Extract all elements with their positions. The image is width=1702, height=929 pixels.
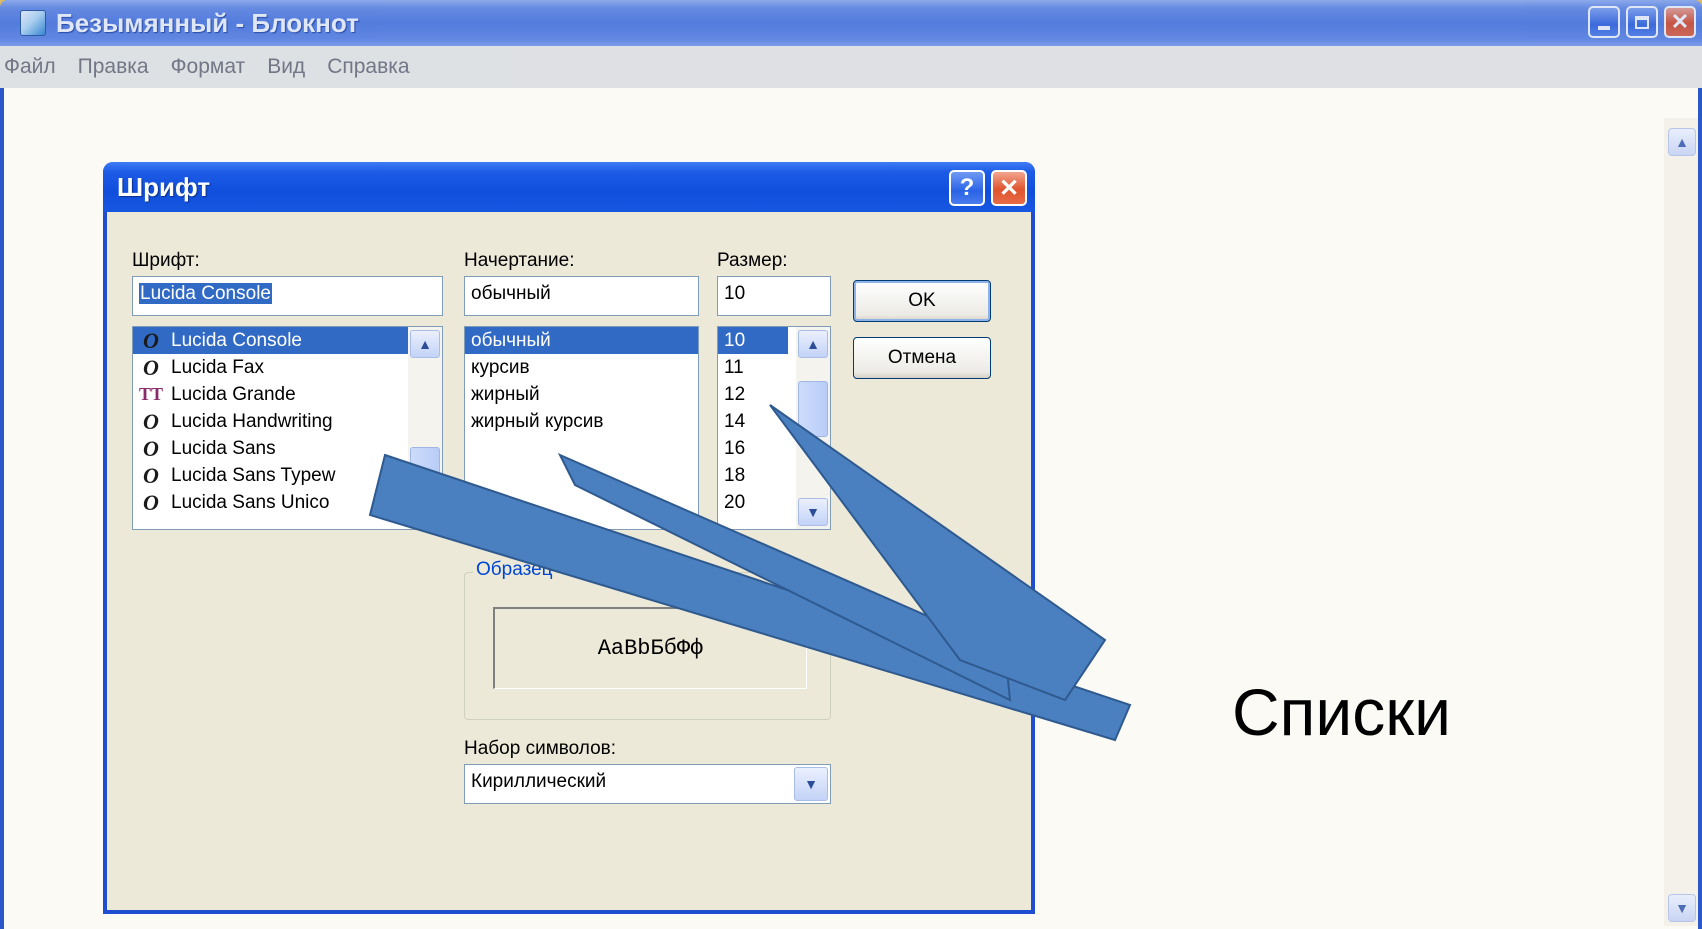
charset-label: Набор символов: (464, 738, 617, 759)
font-list-item[interactable]: O Lucida Sans Typew (133, 462, 442, 489)
font-name-value: Lucida Console (139, 283, 272, 304)
menu-help[interactable]: Справка (327, 55, 409, 79)
callout-text: Списки (1232, 675, 1452, 749)
chevron-down-icon[interactable]: ▼ (794, 767, 828, 801)
scroll-up-icon[interactable]: ▲ (798, 330, 828, 358)
menu-file[interactable]: Файл (4, 55, 56, 79)
font-dialog-titlebar[interactable]: Шрифт ? ✕ (103, 162, 1035, 212)
notepad-titlebar[interactable]: Безымянный - Блокнот ✕ (0, 0, 1702, 46)
font-list-scrollbar[interactable]: ▲ (408, 327, 442, 529)
size-list-item[interactable]: 16 (718, 435, 788, 462)
opentype-icon: O (143, 436, 159, 461)
notepad-app-icon (20, 10, 46, 36)
font-list-item[interactable]: O Lucida Sans Unico (133, 489, 442, 516)
font-list-item[interactable]: TT Lucida Grande (133, 381, 442, 408)
charset-select[interactable]: Кириллический ▼ (464, 764, 831, 804)
size-label: Размер: (717, 250, 788, 271)
size-list-item[interactable]: 18 (718, 462, 788, 489)
list-item-label: 16 (724, 438, 746, 459)
menu-format[interactable]: Формат (171, 55, 246, 79)
size-list-item[interactable]: 11 (718, 354, 788, 381)
list-item-label: 12 (724, 384, 746, 405)
help-button[interactable]: ? (949, 170, 985, 206)
list-item-label: обычный (471, 330, 551, 351)
help-icon: ? (959, 174, 975, 201)
opentype-icon: O (143, 328, 159, 353)
close-button[interactable]: ✕ (1664, 6, 1696, 38)
size-input[interactable]: 10 (717, 276, 831, 316)
style-list-item[interactable]: жирный курсив (465, 408, 698, 435)
font-dialog-body: Шрифт: Lucida Console O Lucida Console O Lu… (107, 212, 1031, 910)
scroll-up-icon[interactable]: ▲ (410, 330, 440, 358)
opentype-icon: O (143, 463, 159, 488)
list-item-label: Lucida Sans (171, 438, 276, 459)
minimize-icon (1598, 26, 1610, 30)
size-list-item[interactable]: 10 (718, 327, 788, 354)
font-dialog: Шрифт ? ✕ Шрифт: Lucida Console O Lucida … (103, 162, 1035, 914)
list-item-label: жирный курсив (471, 411, 604, 432)
list-item-label: 20 (724, 492, 746, 513)
window-title: Безымянный - Блокнот (56, 7, 359, 38)
size-list-scrollbar[interactable]: ▲ ▼ (796, 327, 830, 529)
list-item-label: курсив (471, 357, 530, 378)
scroll-up-icon[interactable]: ▲ (1668, 128, 1696, 156)
scroll-down-icon[interactable]: ▼ (798, 498, 828, 526)
font-listbox[interactable]: O Lucida Console O Lucida Fax TT Lucida Grand… (132, 326, 443, 530)
scroll-thumb[interactable] (798, 381, 828, 437)
menu-edit[interactable]: Правка (78, 55, 149, 79)
size-list-item[interactable]: 12 (718, 381, 788, 408)
list-item-label: 18 (724, 465, 746, 486)
list-item-label: 14 (724, 411, 746, 432)
style-listbox[interactable]: обычный курсив жирный жирный курсив (464, 326, 699, 530)
close-icon: ✕ (1670, 9, 1690, 34)
style-list-item[interactable]: курсив (465, 354, 698, 381)
sample-preview: AaBbБбФф (493, 607, 807, 689)
window-controls: ✕ (1588, 6, 1696, 38)
list-item-label: Lucida Console (171, 330, 302, 351)
size-listbox[interactable]: 10 11 12 14 16 18 20 ▲ ▼ (717, 326, 831, 530)
list-item-label: 10 (724, 330, 746, 351)
sample-label: Образец (473, 559, 556, 581)
font-list-items: O Lucida Console O Lucida Fax TT Lucida Grand… (133, 327, 442, 516)
dialog-close-button[interactable]: ✕ (991, 170, 1027, 206)
ok-button[interactable]: OK (853, 280, 991, 322)
font-list-item[interactable]: O Lucida Console (133, 327, 442, 354)
charset-value: Кириллический (471, 771, 607, 792)
list-item-label: жирный (471, 384, 540, 405)
size-list-item[interactable]: 14 (718, 408, 788, 435)
minimize-button[interactable] (1588, 6, 1620, 38)
list-item-label: 11 (724, 357, 744, 378)
maximize-icon (1635, 15, 1649, 29)
list-item-label: Lucida Handwriting (171, 411, 333, 432)
maximize-button[interactable] (1626, 6, 1658, 38)
scroll-thumb[interactable] (410, 447, 440, 477)
style-label: Начертание: (464, 250, 575, 271)
opentype-icon: O (143, 355, 159, 380)
style-list-item[interactable]: жирный (465, 381, 698, 408)
style-list-items: обычный курсив жирный жирный курсив (465, 327, 698, 435)
menu-view[interactable]: Вид (267, 55, 305, 79)
close-icon: ✕ (998, 174, 1020, 202)
scroll-down-icon[interactable]: ▼ (1668, 894, 1696, 922)
opentype-icon: O (143, 409, 159, 434)
list-item-label: Lucida Sans Typew (171, 465, 336, 486)
cancel-button[interactable]: Отмена (853, 337, 991, 379)
menu-bar: Файл Правка Формат Вид Справка (0, 46, 1702, 88)
list-item-label: Lucida Sans Unico (171, 492, 330, 513)
editor-vertical-scrollbar[interactable]: ▲ ▼ (1664, 118, 1698, 926)
size-list-items: 10 11 12 14 16 18 20 (718, 327, 788, 516)
style-list-item[interactable]: обычный (465, 327, 698, 354)
truetype-icon: TT (139, 384, 164, 404)
list-item-label: Lucida Grande (171, 384, 296, 405)
font-name-input[interactable]: Lucida Console (132, 276, 443, 316)
font-list-item[interactable]: O Lucida Fax (133, 354, 442, 381)
font-label: Шрифт: (132, 250, 200, 271)
size-list-item[interactable]: 20 (718, 489, 788, 516)
opentype-icon: O (143, 490, 159, 515)
font-list-item[interactable]: O Lucida Sans (133, 435, 442, 462)
style-input[interactable]: обычный (464, 276, 699, 316)
font-list-item[interactable]: O Lucida Handwriting (133, 408, 442, 435)
font-dialog-title: Шрифт (117, 171, 211, 202)
list-item-label: Lucida Fax (171, 357, 264, 378)
